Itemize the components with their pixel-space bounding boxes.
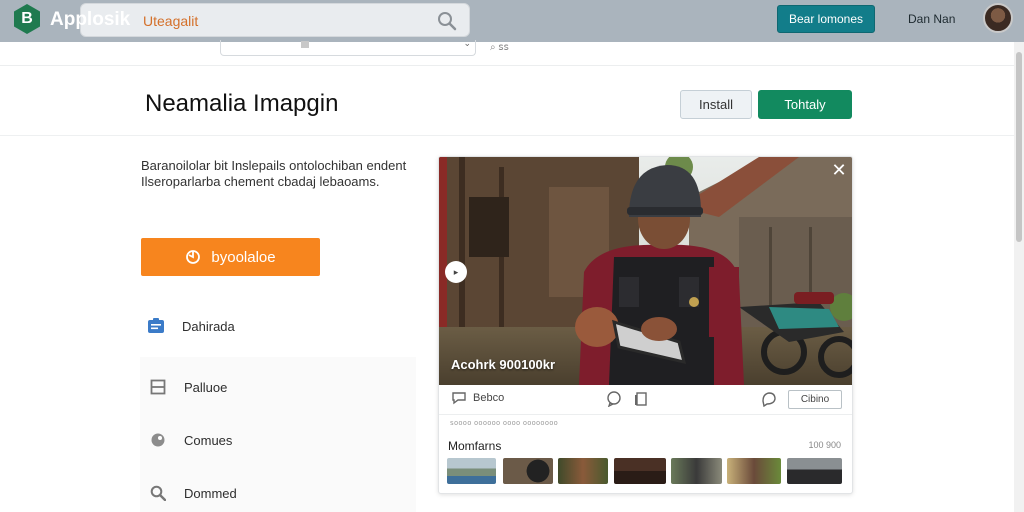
app-logo-icon[interactable]: B [14, 4, 40, 34]
tag-action[interactable] [761, 391, 777, 407]
thumbnail[interactable] [447, 458, 496, 484]
id-card-icon [146, 316, 166, 336]
install-button[interactable]: Install [680, 90, 752, 119]
comment-icon [452, 392, 466, 405]
circle-icon [148, 430, 168, 450]
media-action-row: Bebco Cibino [439, 385, 852, 415]
thumbnail[interactable] [614, 458, 666, 484]
copy-action[interactable] [634, 391, 648, 407]
play-icon[interactable]: ▸ [445, 261, 467, 283]
close-icon[interactable]: ✕ [830, 161, 848, 179]
orange-button-label: byoolaloe [211, 248, 276, 266]
nav-label: Palluoe [184, 379, 228, 395]
action-label: Bebco [473, 392, 505, 404]
tag-icon [762, 392, 776, 407]
app-name: Applosik [50, 9, 131, 30]
media-card: ▸ ✕ Acohrk 900100kr Bebco Cibino ꜱᴏᴏᴏᴏ ᴏ… [438, 156, 853, 494]
nav-item-comues[interactable]: Comues [148, 430, 232, 450]
chevron-down-icon[interactable]: ⌄ [463, 38, 471, 49]
nav-label: Dahirada [182, 318, 235, 334]
page-title: Neamalia Imapgin [145, 90, 339, 117]
thumbnail[interactable] [503, 458, 553, 484]
refresh-icon [186, 250, 201, 264]
related-count: 100 900 [808, 440, 841, 450]
sub-toolbar: ⌄ ⌕ ꜱꜱ [0, 38, 1024, 66]
main-photo[interactable]: ▸ ✕ Acohrk 900100kr [439, 157, 852, 385]
copy-icon [635, 392, 647, 406]
orange-action-button[interactable]: byoolaloe [141, 238, 320, 276]
select-indicator-icon [301, 41, 309, 48]
scrollbar-thumb[interactable] [1016, 52, 1022, 242]
search-bar[interactable]: Uteagalit [80, 3, 470, 37]
filter-select[interactable]: ⌄ [220, 38, 476, 56]
thumbnail[interactable] [558, 458, 608, 484]
header-cta-button[interactable]: Bear lomones [777, 5, 875, 33]
user-name[interactable]: Dan Nan [908, 12, 955, 26]
page-scrollbar[interactable] [1014, 42, 1024, 512]
description-text: Baranoilolar bit Inslepails ontolochiban… [141, 158, 407, 189]
media-action-button[interactable]: Cibino [788, 390, 842, 409]
page-header: Neamalia Imapgin Install Tohtaly [0, 66, 1014, 136]
comment-action[interactable]: Bebco [451, 391, 504, 405]
logo-letter: B [21, 10, 33, 27]
avatar[interactable] [983, 3, 1013, 33]
app-header: B Uteagalit Applosik Bear lomones Dan Na… [0, 0, 1024, 42]
square-icon [148, 377, 168, 397]
photo-caption: Acohrk 900100kr [451, 357, 556, 372]
thumbnail[interactable] [671, 458, 722, 484]
nav-label: Comues [184, 432, 233, 448]
photo-illustration [439, 157, 852, 385]
search-icon [148, 483, 168, 503]
thumbnail[interactable] [727, 458, 781, 484]
bubble-action[interactable] [606, 391, 622, 407]
nav-label: Dommed [184, 485, 237, 501]
thumbnail-strip [447, 458, 847, 484]
search-icon[interactable] [437, 11, 457, 31]
bubble-icon [607, 391, 621, 407]
related-title: Momfarns [448, 439, 502, 453]
search-input[interactable]: Uteagalit [143, 13, 198, 29]
primary-action-button[interactable]: Tohtaly [758, 90, 852, 119]
nav-item-dommed[interactable]: Dommed [148, 483, 237, 503]
nav-item-dahirada[interactable]: Dahirada [146, 316, 235, 336]
subbar-search-hint[interactable]: ⌕ ꜱꜱ [490, 42, 509, 53]
nav-item-palluoe[interactable]: Palluoe [148, 377, 227, 397]
media-meta: ꜱᴏᴏᴏᴏ ᴏᴏᴏᴏᴏᴏ ᴏᴏᴏᴏ ᴏᴏᴏᴏᴏᴏᴏᴏ [450, 420, 559, 427]
thumbnail[interactable] [787, 458, 842, 484]
